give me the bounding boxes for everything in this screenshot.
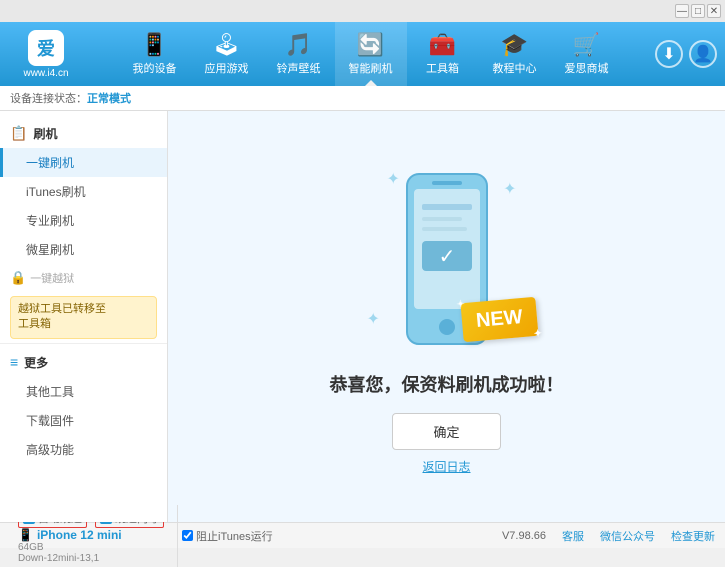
sidebar-item-advanced[interactable]: 高级功能 (0, 435, 167, 464)
sparkle-bottom-left: ✦ (367, 309, 380, 329)
flash-section: 📋 刷机 一键刷机 iTunes刷机 专业刷机 微星刷机 (0, 119, 167, 264)
sidebar-divider (0, 343, 167, 344)
toolbox-icon: 🧰 (429, 32, 456, 58)
tutorial-icon: 🎓 (501, 32, 528, 58)
version-text: V7.98.66 (502, 530, 546, 542)
nav-tutorial-label: 教程中心 (493, 60, 537, 76)
nav-smart-flash-label: 智能刷机 (349, 60, 393, 76)
content-area: ✦ ✦ ✦ ✓ NEW (168, 111, 725, 522)
flash-section-title: 📋 刷机 (0, 119, 167, 148)
sidebar-item-download-firmware[interactable]: 下载固件 (0, 406, 167, 435)
notice-box: 越狱工具已转移至工具箱 (10, 296, 157, 339)
nav-store[interactable]: 🛒 爱思商城 (551, 22, 623, 86)
nav-ringtones-label: 铃声壁纸 (277, 60, 321, 76)
device-storage: 64GB (18, 542, 169, 553)
close-button[interactable]: ✕ (707, 4, 721, 18)
check-update-link[interactable]: 检查更新 (671, 528, 715, 544)
lock-icon: 🔒 (10, 270, 26, 286)
sparkle-top-right: ✦ (503, 179, 516, 199)
sidebar-wrapper: 📋 刷机 一键刷机 iTunes刷机 专业刷机 微星刷机 🔒 一键越狱 越狱工具… (0, 111, 168, 522)
sidebar-item-pro-flash[interactable]: 专业刷机 (0, 206, 167, 235)
bottom-right: V7.98.66 客服 微信公众号 检查更新 (502, 528, 715, 544)
device-phone-icon: 📱 (18, 528, 33, 542)
device-name: iPhone 12 mini (37, 528, 122, 542)
success-text: 恭喜您，保资料刷机成功啦！ (330, 371, 564, 397)
nav-ringtones[interactable]: 🎵 铃声壁纸 (263, 22, 335, 86)
status-value: 正常模式 (87, 93, 131, 105)
confirm-button[interactable]: 确定 (392, 413, 500, 450)
sidebar: 📋 刷机 一键刷机 iTunes刷机 专业刷机 微星刷机 🔒 一键越狱 越狱工具… (0, 111, 168, 522)
nav-my-device-label: 我的设备 (133, 60, 177, 76)
more-section-icon: ≡ (10, 354, 18, 370)
sparkle-top-left: ✦ (387, 169, 400, 189)
main-area: 📋 刷机 一键刷机 iTunes刷机 专业刷机 微星刷机 🔒 一键越狱 越狱工具… (0, 111, 725, 522)
logo-icon: 爱 (28, 30, 64, 66)
support-link[interactable]: 客服 (562, 528, 584, 544)
disabled-jailbreak-label: 一键越狱 (30, 270, 74, 286)
itunes-block-checkbox[interactable] (182, 530, 193, 541)
minimize-button[interactable]: — (675, 4, 689, 18)
user-button[interactable]: 👤 (689, 40, 717, 68)
store-icon: 🛒 (573, 32, 600, 58)
flash-section-icon: 📋 (10, 125, 27, 142)
nav-store-label: 爱思商城 (565, 60, 609, 76)
more-section-title: ≡ 更多 (0, 348, 167, 377)
maximize-button[interactable]: □ (691, 4, 705, 18)
sidebar-item-downgrade-flash[interactable]: 微星刷机 (0, 235, 167, 264)
download-button[interactable]: ⬇ (655, 40, 683, 68)
logo[interactable]: 爱 www.i4.cn (8, 30, 84, 79)
smart-flash-icon: 🔄 (357, 32, 384, 58)
itunes-status: 阻止iTunes运行 (178, 528, 273, 544)
success-illustration: ✦ ✦ ✦ ✓ NEW (347, 159, 547, 359)
disabled-jailbreak-section: 🔒 一键越狱 (0, 264, 167, 292)
more-section: ≡ 更多 其他工具 下载固件 高级功能 (0, 348, 167, 464)
ringtones-icon: 🎵 (285, 32, 312, 58)
status-label: 设备连接状态： (10, 93, 87, 105)
svg-text:✓: ✓ (438, 246, 455, 268)
itunes-block-label: 阻止iTunes运行 (196, 528, 273, 544)
nav-tutorial[interactable]: 🎓 教程中心 (479, 22, 551, 86)
nav-apps-games[interactable]: 🕹 应用游戏 (191, 22, 263, 86)
nav-smart-flash[interactable]: 🔄 智能刷机 (335, 22, 407, 86)
nav-toolbox[interactable]: 🧰 工具箱 (407, 22, 479, 86)
bottom-bar: 自动跳过 跳过向导 📱 iPhone 12 mini 64GB Down-12m… (0, 522, 725, 548)
new-badge: NEW (460, 296, 538, 341)
header-right-actions: ⬇ 👤 (655, 40, 717, 68)
wechat-link[interactable]: 微信公众号 (600, 528, 655, 544)
nav-bar: 📱 我的设备 🕹 应用游戏 🎵 铃声壁纸 🔄 智能刷机 🧰 工具箱 🎓 教程中心… (94, 22, 647, 86)
title-bar: — □ ✕ (0, 0, 725, 22)
apps-games-icon: 🕹 (213, 32, 241, 58)
sidebar-item-one-click-flash[interactable]: 一键刷机 (0, 148, 167, 177)
nav-toolbox-label: 工具箱 (426, 60, 459, 76)
sidebar-item-itunes-flash[interactable]: iTunes刷机 (0, 177, 167, 206)
sidebar-item-other-tools[interactable]: 其他工具 (0, 377, 167, 406)
logo-text: www.i4.cn (23, 68, 68, 79)
header: 爱 www.i4.cn 📱 我的设备 🕹 应用游戏 🎵 铃声壁纸 🔄 智能刷机 … (0, 22, 725, 86)
device-status-bar: 设备连接状态：正常模式 (0, 86, 725, 111)
notice-text: 越狱工具已转移至工具箱 (18, 303, 106, 330)
return-log-link[interactable]: 返回日志 (422, 458, 470, 475)
device-version: Down-12mini-13,1 (18, 553, 169, 564)
my-device-icon: 📱 (141, 32, 168, 58)
nav-apps-label: 应用游戏 (205, 60, 249, 76)
bottom-device-info: 📱 iPhone 12 mini 64GB Down-12mini-13,1 (18, 528, 169, 564)
nav-my-device[interactable]: 📱 我的设备 (119, 22, 191, 86)
